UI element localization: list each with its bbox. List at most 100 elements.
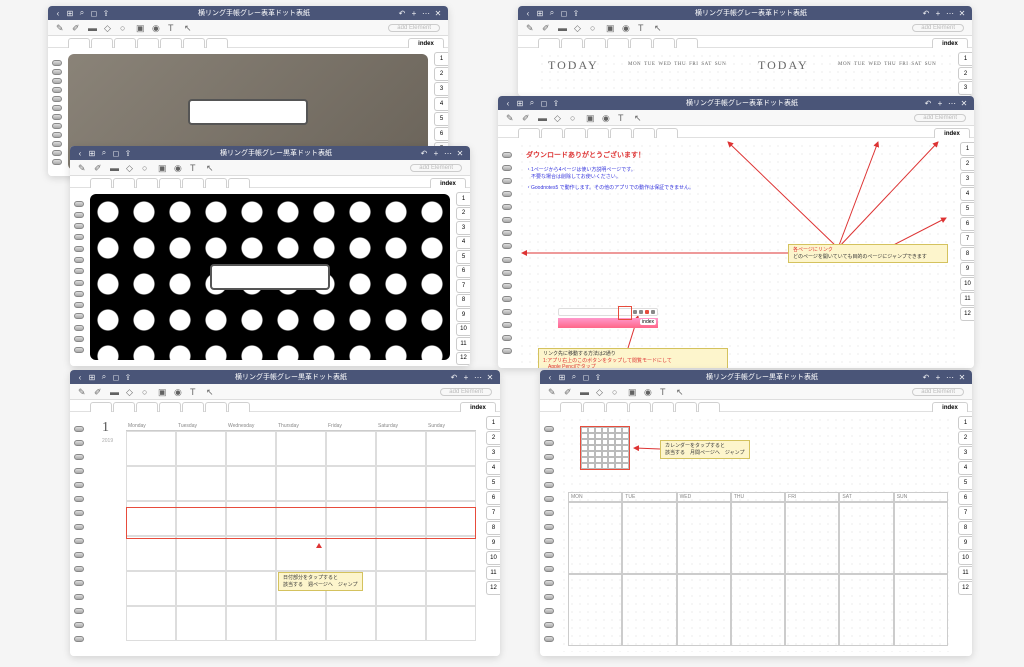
search-icon[interactable]: ⌕	[78, 9, 86, 17]
calendar-cell[interactable]	[226, 606, 276, 641]
text-icon[interactable]: T	[618, 113, 628, 123]
camera-icon[interactable]: ◉	[174, 387, 184, 397]
eraser-icon[interactable]: ◇	[574, 23, 584, 33]
month-tab[interactable]: 6	[960, 217, 974, 231]
week-cell[interactable]	[839, 574, 893, 646]
month-tab[interactable]: 3	[958, 81, 972, 95]
camera-icon[interactable]: ◉	[644, 387, 654, 397]
calendar-cell[interactable]	[326, 431, 376, 466]
month-tab[interactable]: 4	[960, 187, 974, 201]
calendar-cell[interactable]	[376, 536, 426, 571]
week-cell[interactable]	[894, 502, 948, 574]
grid-icon[interactable]: ⊞	[88, 373, 96, 381]
back-icon[interactable]: ‹	[76, 373, 84, 381]
week-cell[interactable]	[839, 502, 893, 574]
calendar-cell[interactable]	[226, 466, 276, 501]
tab[interactable]	[629, 402, 651, 412]
share-icon[interactable]: ⇪	[102, 9, 110, 17]
month-tab[interactable]: 2	[456, 207, 470, 221]
tab[interactable]	[113, 178, 135, 188]
eraser-icon[interactable]: ◇	[104, 23, 114, 33]
pencil-icon[interactable]: ✐	[564, 387, 574, 397]
week-cell[interactable]	[785, 502, 839, 574]
week-cell[interactable]	[677, 574, 731, 646]
tab[interactable]	[136, 178, 158, 188]
lasso-icon[interactable]: ○	[590, 23, 600, 33]
calendar-cell[interactable]	[176, 536, 226, 571]
close-icon[interactable]: ✕	[960, 99, 968, 107]
lasso-icon[interactable]: ○	[120, 23, 130, 33]
tab[interactable]	[91, 38, 113, 48]
text-icon[interactable]: T	[638, 23, 648, 33]
tab[interactable]	[228, 402, 250, 412]
grid-icon[interactable]: ⊞	[516, 99, 524, 107]
share-icon[interactable]: ⇪	[552, 99, 560, 107]
grid-icon[interactable]: ⊞	[536, 9, 544, 17]
tab[interactable]	[205, 402, 227, 412]
more-icon[interactable]: ⋯	[474, 373, 482, 381]
tab[interactable]	[652, 402, 674, 412]
undo-icon[interactable]: ↶	[924, 99, 932, 107]
lasso-icon[interactable]: ○	[612, 387, 622, 397]
month-tab[interactable]: 1	[958, 52, 972, 66]
calendar-cell[interactable]	[326, 606, 376, 641]
month-tab[interactable]: 5	[456, 250, 470, 264]
close-icon[interactable]: ✕	[434, 9, 442, 17]
index-tab[interactable]: index	[430, 178, 466, 188]
add-icon[interactable]: +	[934, 9, 942, 17]
calendar-cell[interactable]	[376, 431, 426, 466]
month-tab[interactable]: 2	[960, 157, 974, 171]
grid-icon[interactable]: ⊞	[88, 149, 96, 157]
tab[interactable]	[610, 128, 632, 138]
pointer-icon[interactable]: ↖	[184, 23, 194, 33]
share-icon[interactable]: ⇪	[124, 149, 132, 157]
month-tab[interactable]: 12	[486, 581, 500, 595]
tab[interactable]	[114, 38, 136, 48]
calendar-cell[interactable]	[426, 536, 476, 571]
add-element-pill[interactable]: add Element	[440, 388, 492, 396]
week-cell[interactable]	[731, 574, 785, 646]
calendar-cell[interactable]	[226, 431, 276, 466]
tab[interactable]	[182, 178, 204, 188]
week-cell[interactable]	[785, 574, 839, 646]
add-icon[interactable]: +	[410, 9, 418, 17]
month-tab[interactable]: 10	[960, 277, 974, 291]
search-icon[interactable]: ⌕	[570, 373, 578, 381]
eraser-icon[interactable]: ◇	[554, 113, 564, 123]
calendar-cell[interactable]	[126, 571, 176, 606]
month-tab[interactable]: 12	[960, 307, 974, 321]
month-tab[interactable]: 9	[960, 262, 974, 276]
image-icon[interactable]: ▣	[606, 23, 616, 33]
bookmark-icon[interactable]: ◻	[90, 9, 98, 17]
image-icon[interactable]: ▣	[158, 163, 168, 173]
text-icon[interactable]: T	[190, 387, 200, 397]
calendar-cell[interactable]	[276, 431, 326, 466]
tab[interactable]	[113, 402, 135, 412]
month-tab[interactable]: 5	[960, 202, 974, 216]
month-tab[interactable]: 10	[958, 551, 972, 565]
eraser-icon[interactable]: ◇	[126, 163, 136, 173]
mini-calendar[interactable]	[580, 426, 630, 470]
pen-icon[interactable]: ✎	[506, 113, 516, 123]
bookmark-icon[interactable]: ◻	[112, 373, 120, 381]
month-tab[interactable]: 8	[958, 521, 972, 535]
month-tab[interactable]: 11	[958, 566, 972, 580]
tab[interactable]	[633, 128, 655, 138]
calendar-cell[interactable]	[426, 606, 476, 641]
tab[interactable]	[183, 38, 205, 48]
more-icon[interactable]: ⋯	[946, 9, 954, 17]
highlighter-icon[interactable]: ▬	[558, 23, 568, 33]
index-tab[interactable]: index	[460, 402, 496, 412]
tab[interactable]	[90, 178, 112, 188]
tab[interactable]	[206, 38, 228, 48]
month-tab[interactable]: 2	[486, 431, 500, 445]
highlighter-icon[interactable]: ▬	[88, 23, 98, 33]
week-cell[interactable]	[677, 502, 731, 574]
tab[interactable]	[587, 128, 609, 138]
close-icon[interactable]: ✕	[456, 149, 464, 157]
month-tab[interactable]: 6	[456, 265, 470, 279]
month-tab[interactable]: 9	[958, 536, 972, 550]
month-tab[interactable]: 11	[456, 337, 470, 351]
undo-icon[interactable]: ↶	[450, 373, 458, 381]
month-tab[interactable]: 7	[456, 279, 470, 293]
